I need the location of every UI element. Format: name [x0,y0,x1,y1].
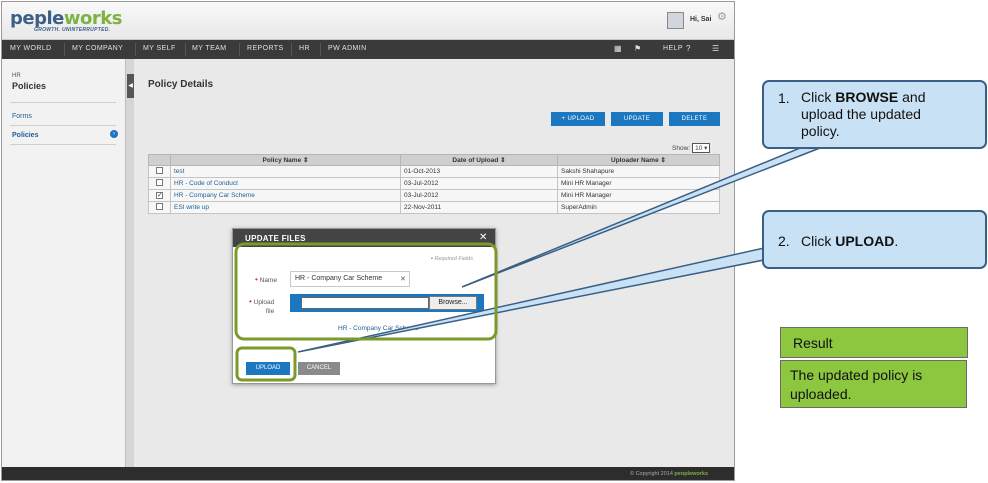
tutorial-slide: pepleworks GROWTH. UNINTERRUPTED. Hi, Sa… [0,0,988,483]
callout-pointer [297,247,765,353]
form-highlight [234,242,498,341]
result-title: Result [780,327,968,358]
step-1-callout: 1. Click BROWSE and upload the updated p… [762,80,987,149]
step-2-number: 2. [778,233,790,249]
step-2-text: Click UPLOAD. [801,233,899,249]
step-1-text: Click BROWSE and upload the updated poli… [801,89,926,139]
upload-button-highlight [235,346,297,382]
step-2-callout: 2. Click UPLOAD. [762,210,987,269]
step-1-number: 1. [778,90,790,106]
result-text: The updated policy is uploaded. [780,360,967,408]
